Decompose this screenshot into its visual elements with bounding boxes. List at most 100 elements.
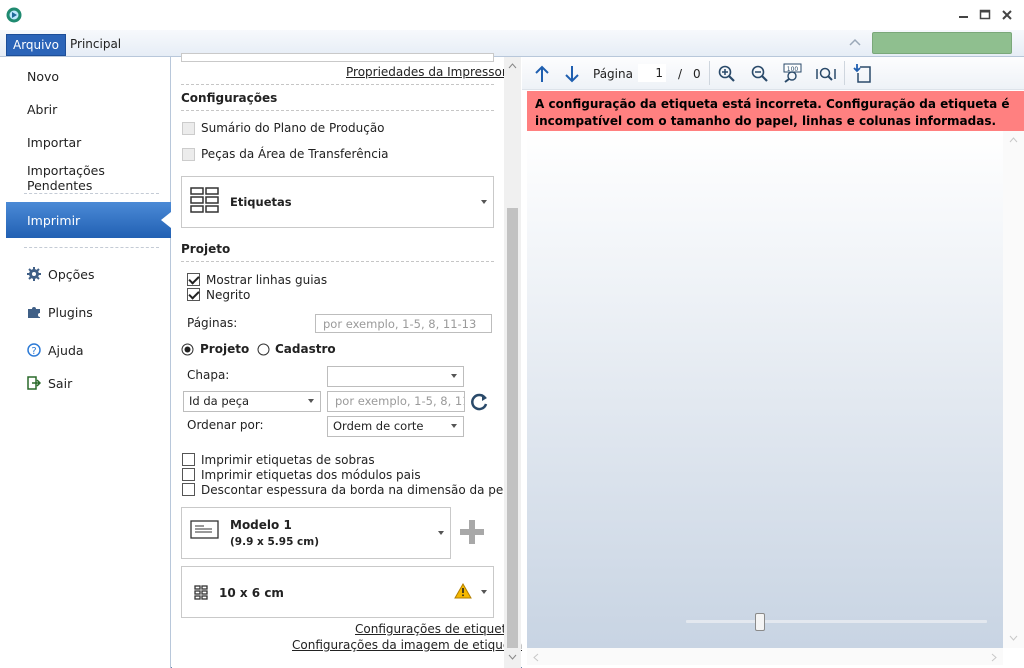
previous-page-icon[interactable] (534, 65, 550, 83)
label-image-config-link[interactable]: Configurações da imagem de etiqueta (292, 638, 522, 652)
help-icon: ? (27, 343, 41, 357)
scroll-left-icon[interactable] (533, 653, 539, 662)
scroll-down-icon[interactable] (508, 654, 517, 660)
zoom-slider-thumb[interactable] (755, 613, 765, 631)
label-config-link[interactable]: Configurações de etiqueta (355, 622, 514, 636)
radio-projeto[interactable] (181, 343, 194, 356)
export-icon[interactable] (853, 63, 873, 83)
nav-ajuda-label: Ajuda (48, 343, 84, 358)
leftovers-checkbox[interactable] (182, 453, 195, 466)
bold-checkbox[interactable] (187, 288, 200, 301)
report-type-value: Etiquetas (230, 195, 292, 209)
printer-combo[interactable] (181, 53, 494, 62)
clipboard-parts-checkbox[interactable] (182, 148, 195, 161)
scroll-up-icon[interactable] (508, 63, 517, 69)
tab-principal[interactable]: Principal (64, 34, 127, 56)
leftovers-label: Imprimir etiquetas de sobras (201, 453, 375, 467)
clipboard-parts-label: Peças da Área de Transferência (201, 147, 389, 161)
toolbar-divider (844, 61, 845, 85)
maximize-icon[interactable] (979, 9, 991, 21)
refresh-icon[interactable] (470, 392, 490, 412)
nav-opcoes-label: Opções (48, 267, 95, 282)
print-settings-panel: Propriedades da Impressora Configurações… (172, 53, 522, 668)
nav-abrir[interactable]: Abrir (27, 102, 57, 117)
nav-imprimir-label: Imprimir (27, 213, 81, 228)
nav-divider (24, 193, 159, 194)
model-name: Modelo 1 (230, 518, 292, 532)
summary-label: Sumário do Plano de Produção (201, 121, 385, 135)
parent-modules-checkbox[interactable] (182, 468, 195, 481)
chevron-down-icon (451, 424, 457, 428)
page-total: 0 (693, 67, 701, 81)
edge-thickness-checkbox[interactable] (182, 483, 195, 496)
edge-thickness-label: Descontar espessura da borda na dimensão… (201, 483, 518, 497)
summary-checkbox[interactable] (182, 122, 195, 135)
zoom-out-icon[interactable] (751, 65, 769, 83)
chevron-down-icon (308, 399, 314, 403)
preview-canvas[interactable] (527, 131, 1003, 648)
warning-icon (454, 583, 472, 599)
scroll-down-icon[interactable] (1009, 635, 1018, 641)
zoom-slider-track[interactable] (686, 620, 987, 623)
label-size-value: 10 x 6 cm (219, 586, 284, 600)
minimize-icon[interactable] (958, 10, 970, 20)
divider (181, 110, 494, 111)
nav-novo[interactable]: Novo (27, 69, 59, 84)
report-type-combo[interactable]: Etiquetas (181, 176, 494, 228)
fit-page-icon[interactable] (816, 65, 836, 83)
printer-properties-link[interactable]: Propriedades da Impressora (346, 65, 514, 79)
chevron-down-icon (481, 200, 487, 204)
nav-importacoes-pendentes[interactable]: Importações Pendentes (27, 163, 170, 193)
toolbar-divider (709, 61, 710, 85)
id-combo-value: Id da peça (189, 394, 250, 408)
divider (181, 261, 494, 262)
preview-vertical-scrollbar[interactable] (1003, 131, 1024, 648)
guide-lines-checkbox[interactable] (187, 273, 200, 286)
error-banner: A configuração da etiqueta está incorret… (527, 91, 1024, 131)
tab-arquivo[interactable]: Arquivo (6, 34, 66, 56)
radio-cadastro[interactable] (257, 343, 270, 356)
scroll-up-icon[interactable] (1009, 137, 1018, 143)
label-model-combo[interactable]: Modelo 1 (9.9 x 5.95 cm) (181, 507, 451, 559)
preview-horizontal-scrollbar[interactable] (527, 648, 1003, 665)
chevron-down-icon (451, 374, 457, 378)
next-page-icon[interactable] (564, 65, 580, 83)
nav-sair-label: Sair (48, 376, 73, 391)
status-indicator (872, 32, 1012, 54)
chapa-label: Chapa: (187, 368, 230, 382)
page-number-input[interactable]: 1 (638, 64, 666, 82)
zoom-in-icon[interactable] (718, 65, 736, 83)
close-icon[interactable] (1001, 9, 1013, 21)
nav-importar[interactable]: Importar (27, 135, 81, 150)
scroll-right-icon[interactable] (991, 653, 997, 662)
nav-divider (24, 247, 159, 248)
pages-input[interactable]: por exemplo, 1-5, 8, 11-13 (315, 314, 492, 333)
guide-lines-label: Mostrar linhas guias (206, 273, 328, 287)
exit-icon (27, 376, 41, 390)
gear-icon (27, 267, 41, 281)
add-model-icon[interactable] (458, 518, 486, 546)
actual-size-icon[interactable]: 100 (783, 63, 803, 83)
config-header: Configurações (181, 91, 278, 105)
label-size-combo[interactable]: 10 x 6 cm (181, 566, 494, 618)
divider (181, 84, 494, 85)
labels-grid-icon (190, 187, 219, 213)
order-combo[interactable]: Ordem de corte (327, 416, 464, 437)
chevron-down-icon (438, 531, 444, 535)
order-value: Ordem de corte (333, 419, 424, 433)
chapa-combo[interactable] (327, 366, 464, 387)
settings-scrollbar[interactable] (504, 57, 521, 668)
nav-plugins-label: Plugins (48, 305, 93, 320)
bold-label: Negrito (206, 288, 251, 302)
page-label: Página (593, 67, 633, 81)
radio-cadastro-label: Cadastro (275, 342, 336, 356)
collapse-ribbon-icon[interactable] (848, 37, 862, 47)
svg-text:?: ? (31, 346, 36, 357)
id-combo[interactable]: Id da peça (183, 391, 321, 412)
parent-modules-label: Imprimir etiquetas dos módulos pais (201, 468, 421, 482)
print-preview-pane: Página 1 / 0 100 A configuração da etiqu… (522, 57, 1024, 668)
id-input[interactable]: por exemplo, 1-5, 8, 11-13 (327, 391, 465, 412)
nav-imprimir[interactable]: Imprimir (6, 202, 171, 238)
app-logo-icon (6, 7, 22, 23)
scrollbar-thumb[interactable] (507, 208, 518, 648)
